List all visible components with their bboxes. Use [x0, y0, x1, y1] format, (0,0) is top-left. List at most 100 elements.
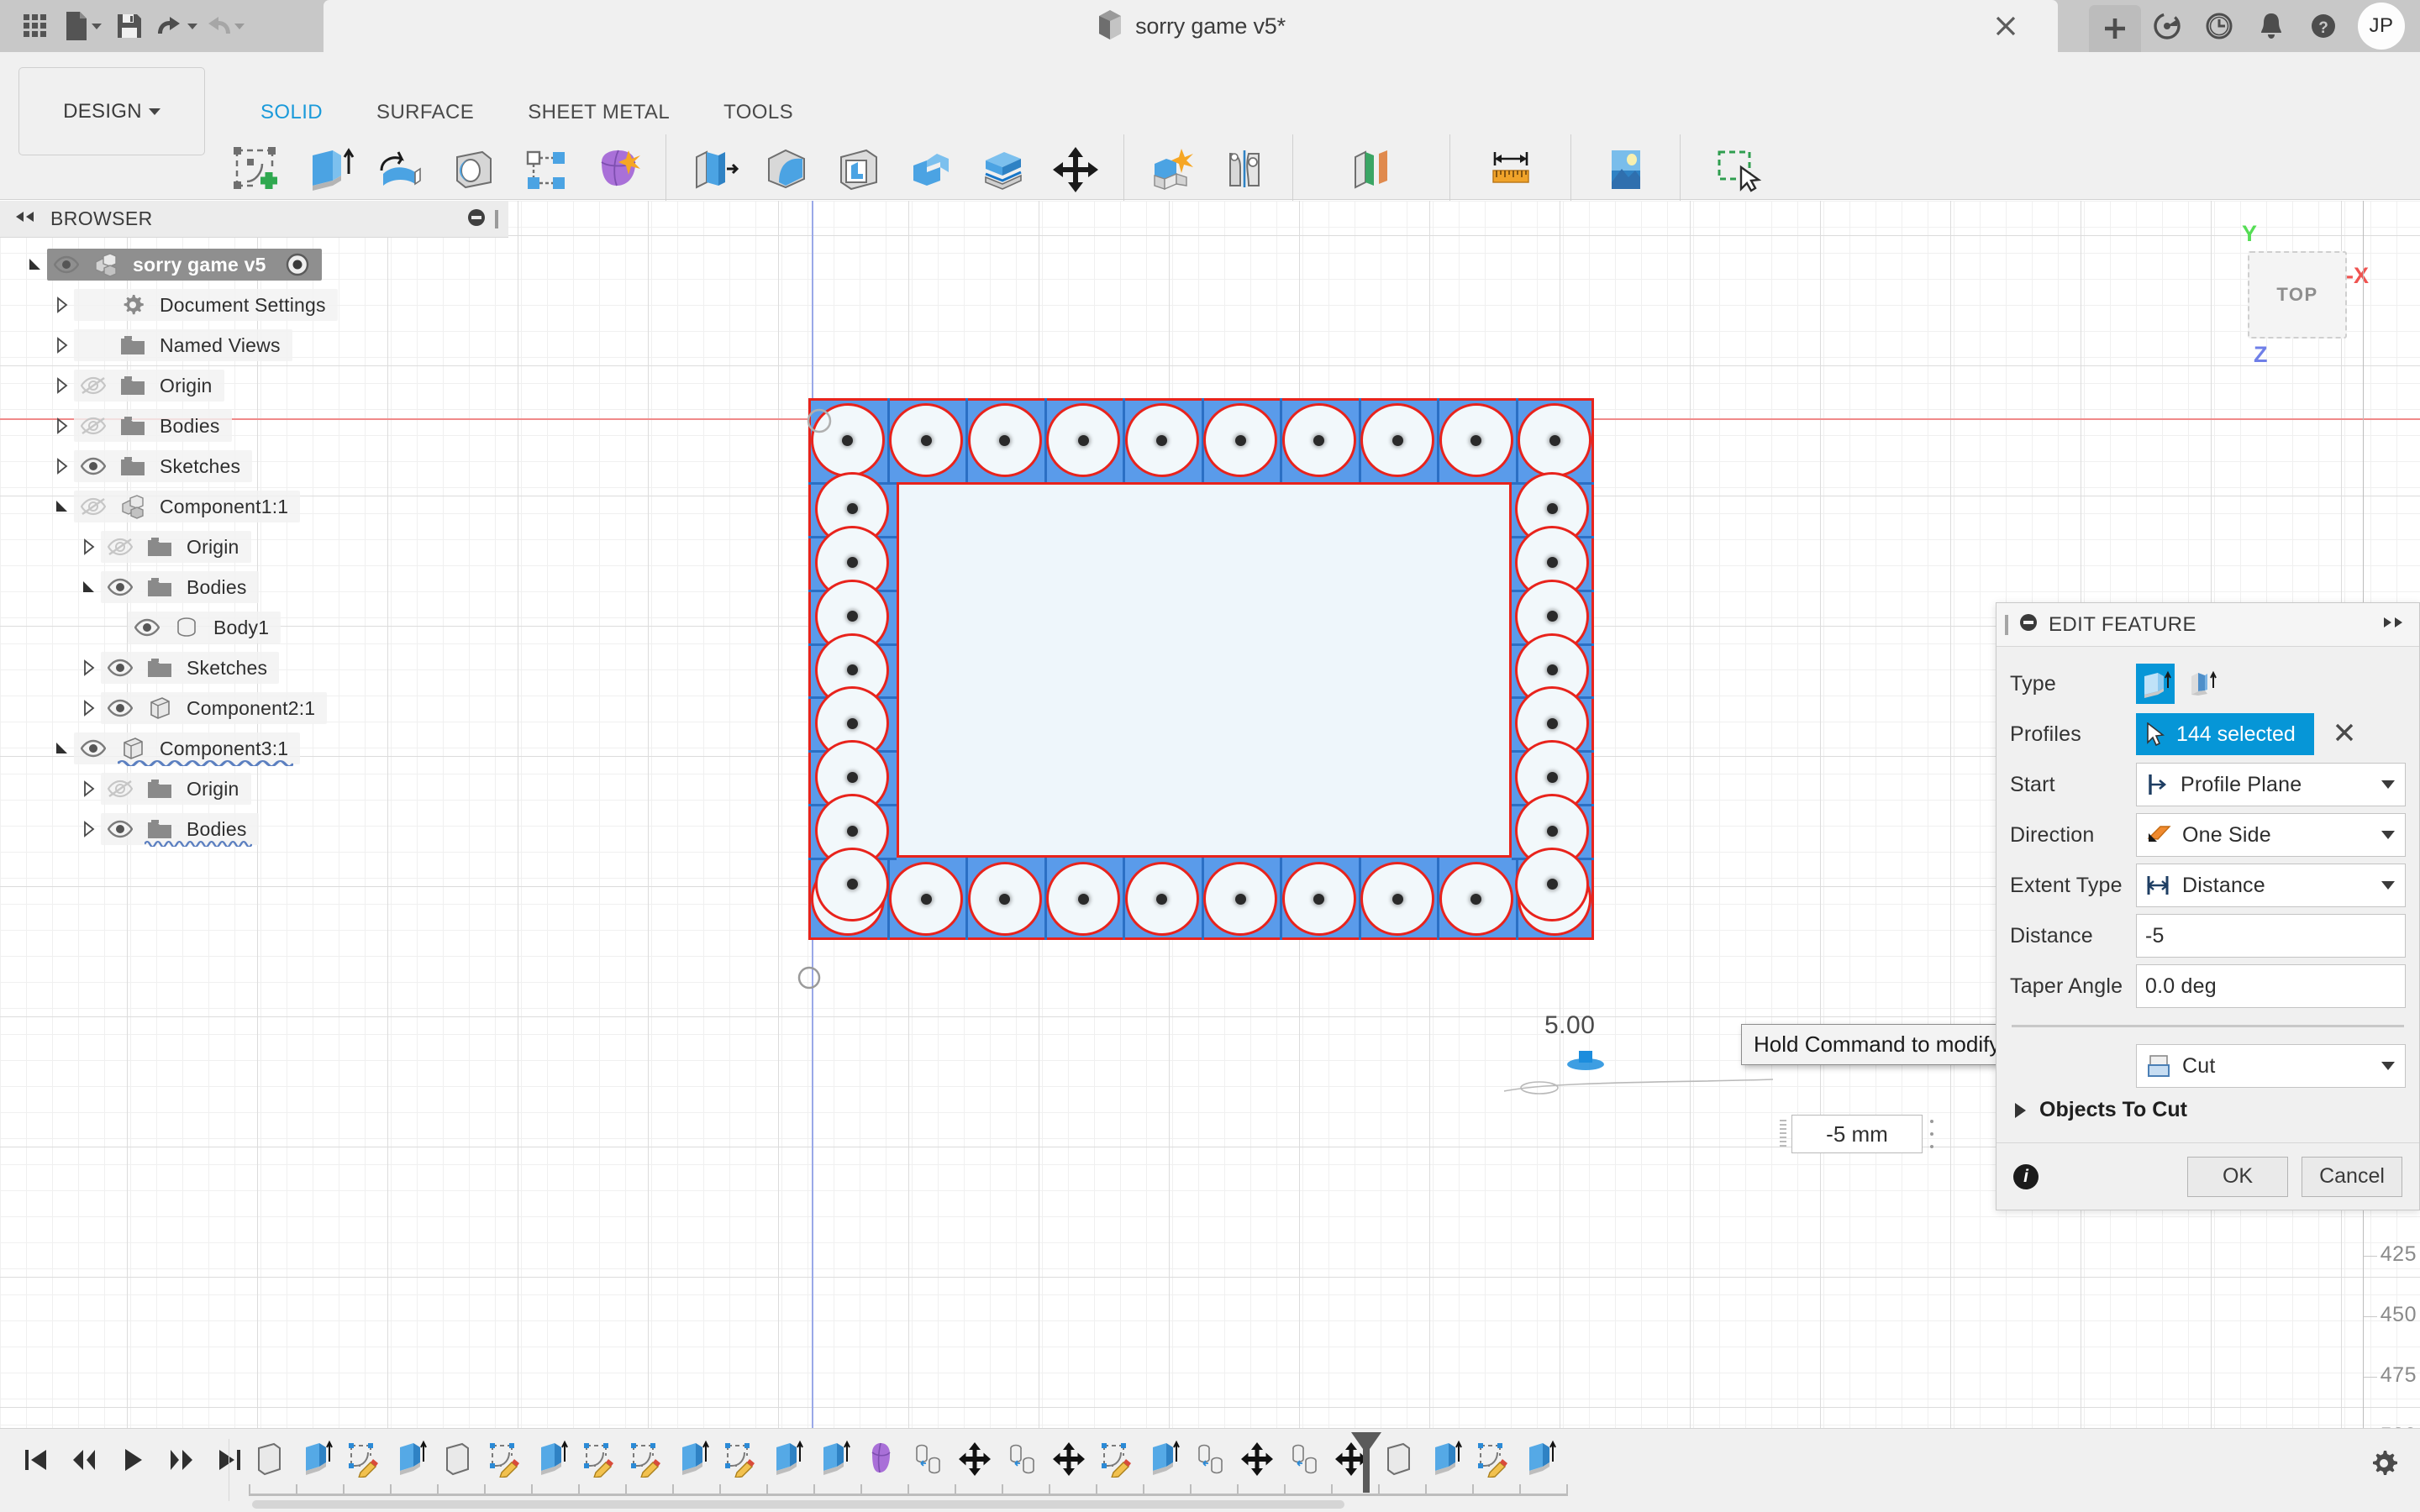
extensions-icon[interactable]	[2141, 0, 2193, 52]
save-icon[interactable]	[106, 0, 153, 52]
tab-surface[interactable]: SURFACE	[350, 101, 501, 124]
expand-arrow-closed-icon[interactable]	[77, 688, 101, 728]
apps-grid-icon[interactable]	[12, 0, 59, 52]
distance-value[interactable]: -5 mm	[1791, 1115, 1923, 1153]
visibility-on-icon[interactable]	[74, 450, 113, 482]
visibility-on-icon[interactable]	[101, 652, 139, 684]
expand-arrow-open-icon[interactable]	[77, 567, 101, 607]
play-icon[interactable]	[109, 1434, 156, 1486]
panel-drag-grip[interactable]	[2005, 614, 2008, 635]
pawn[interactable]	[1281, 403, 1356, 477]
expand-arrow-closed-icon[interactable]	[77, 769, 101, 809]
extrude-manipulator-arrow[interactable]	[1565, 1046, 1607, 1076]
browser-tree-item[interactable]: Bodies	[0, 567, 513, 607]
visibility-on-icon[interactable]	[101, 692, 139, 724]
start-dropdown[interactable]: Profile Plane	[2136, 763, 2406, 806]
timeline-feature-extrude[interactable]	[1516, 1434, 1563, 1484]
timeline-feature-sketch[interactable]	[622, 1434, 669, 1484]
clear-selection-icon[interactable]	[2333, 721, 2356, 748]
timeline-feature-pattern[interactable]	[1186, 1434, 1234, 1484]
timeline-marker-icon[interactable]	[1348, 1431, 1385, 1499]
timeline-feature-body[interactable]	[245, 1434, 292, 1484]
timeline-feature-sketch[interactable]	[481, 1434, 528, 1484]
timeline-feature-body[interactable]	[434, 1434, 481, 1484]
browser-tree-item[interactable]: Bodies	[0, 406, 513, 446]
pawn[interactable]	[967, 403, 1042, 477]
expand-arrow-closed-icon[interactable]	[50, 406, 74, 446]
timeline-feature-extrude[interactable]	[1139, 1434, 1186, 1484]
cancel-button[interactable]: Cancel	[2302, 1156, 2402, 1197]
pawn[interactable]	[1046, 403, 1121, 477]
pawn[interactable]	[815, 847, 889, 921]
undo-icon[interactable]	[153, 0, 200, 52]
rectangular-pattern-icon[interactable]	[509, 134, 581, 206]
profiles-selection[interactable]: 144 selected	[2136, 713, 2314, 755]
timeline-feature-extrude[interactable]	[763, 1434, 810, 1484]
edit-feature-panel[interactable]: EDIT FEATURE Type Profiles 144 selected …	[1996, 602, 2420, 1210]
timeline-feature-extrude[interactable]	[528, 1434, 575, 1484]
browser-tree-item[interactable]: sorry game v5	[0, 244, 513, 285]
pawn[interactable]	[1518, 403, 1592, 477]
visibility-off-icon[interactable]	[74, 410, 113, 442]
timeline-feature-move[interactable]	[1045, 1434, 1092, 1484]
pawn[interactable]	[889, 862, 964, 936]
timeline-feature-sketch[interactable]	[1469, 1434, 1516, 1484]
measure-icon[interactable]	[1475, 134, 1547, 206]
objects-to-cut-section[interactable]: Objects To Cut	[2010, 1091, 2406, 1139]
document-tab[interactable]: sorry game v5*	[324, 0, 2058, 52]
expand-arrow-open-icon[interactable]	[50, 486, 74, 527]
pawn[interactable]	[1203, 403, 1278, 477]
browser-tree-item[interactable]: Origin	[0, 527, 513, 567]
timeline-feature-sketch[interactable]	[339, 1434, 387, 1484]
browser-tree-item[interactable]: Sketches	[0, 446, 513, 486]
taper-angle-input[interactable]: 0.0 deg	[2136, 964, 2406, 1008]
timeline-feature-extrude[interactable]	[669, 1434, 716, 1484]
visibility-off-icon[interactable]	[101, 773, 139, 805]
pawn[interactable]	[1439, 403, 1513, 477]
workspace-switcher[interactable]: DESIGN	[18, 67, 205, 155]
construct-plane-icon[interactable]	[1335, 134, 1407, 206]
visibility-off-icon[interactable]	[74, 370, 113, 402]
browser-tree-item[interactable]: Component1:1	[0, 486, 513, 527]
extrude-icon[interactable]	[292, 134, 365, 206]
expand-arrow-closed-icon[interactable]	[77, 527, 101, 567]
view-cube[interactable]: TOP Y -X Z	[2218, 219, 2386, 387]
expand-arrow-closed-icon[interactable]	[77, 809, 101, 849]
browser-tree-item[interactable]: Origin	[0, 365, 513, 406]
drag-grip-icon[interactable]	[1780, 1120, 1786, 1148]
browser-tree[interactable]: sorry game v5 Document Settings Named View…	[0, 244, 513, 849]
activate-component-radio[interactable]	[285, 252, 310, 277]
board-model[interactable]	[808, 398, 1594, 940]
combine-icon[interactable]	[895, 134, 967, 206]
visibility-on-icon[interactable]	[128, 612, 166, 643]
help-icon[interactable]: ?	[2297, 0, 2349, 52]
browser-tree-item[interactable]: Component2:1	[0, 688, 513, 728]
pawn[interactable]	[967, 862, 1042, 936]
timeline-feature-sketch[interactable]	[1092, 1434, 1139, 1484]
tab-sheet-metal[interactable]: SHEET METAL	[501, 101, 697, 124]
step-forward-icon[interactable]	[158, 1434, 205, 1486]
pawn[interactable]	[1360, 862, 1435, 936]
pawn[interactable]	[1124, 862, 1199, 936]
pawn[interactable]	[1124, 403, 1199, 477]
press-pull-icon[interactable]	[678, 134, 750, 206]
pawn[interactable]	[889, 403, 964, 477]
visibility-on-icon[interactable]	[74, 732, 113, 764]
double-chevron-right-icon[interactable]	[2382, 616, 2407, 633]
revolve-icon[interactable]	[365, 134, 437, 206]
pawn[interactable]	[1281, 862, 1356, 936]
operation-dropdown[interactable]: Cut	[2136, 1044, 2406, 1088]
pawn[interactable]	[1360, 403, 1435, 477]
tab-solid[interactable]: SOLID	[234, 101, 350, 124]
browser-tree-item[interactable]: Document Settings	[0, 285, 513, 325]
joint-icon[interactable]	[1208, 134, 1281, 206]
shell-icon[interactable]	[823, 134, 895, 206]
new-component-icon[interactable]	[1136, 134, 1208, 206]
clock-icon[interactable]	[2193, 0, 2245, 52]
more-options-icon[interactable]	[1928, 1120, 1936, 1148]
browser-tree-item[interactable]: Bodies	[0, 809, 513, 849]
browser-tree-item[interactable]: Origin	[0, 769, 513, 809]
browser-tree-item[interactable]: Component3:1	[0, 728, 513, 769]
timeline-feature-pattern[interactable]	[904, 1434, 951, 1484]
skip-to-start-icon[interactable]	[12, 1434, 59, 1486]
